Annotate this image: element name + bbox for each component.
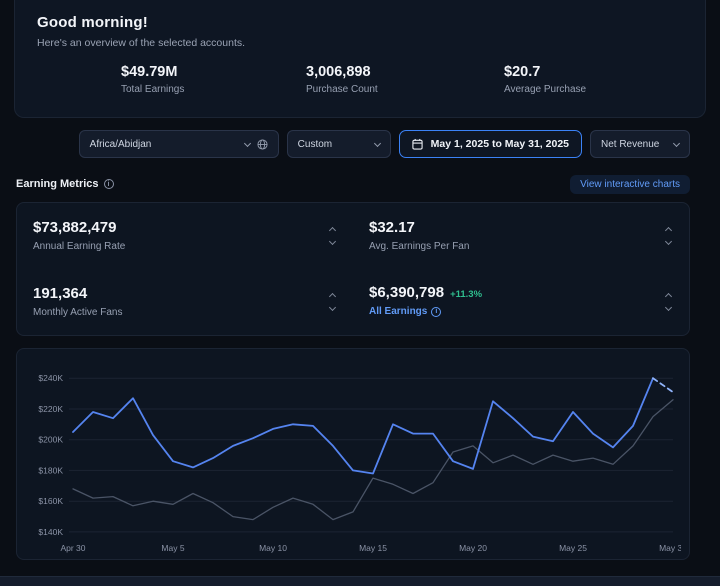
earning-metrics-title: Earning Metrics [16,178,99,190]
stat-total-earnings: $49.79M Total Earnings [121,64,306,95]
next-panel-edge [0,576,720,586]
earnings-line-chart: $140K $160K $180K $200K $220K $240K Apr 30 May … [25,355,681,557]
stat-label: Total Earnings [121,84,306,95]
metric-value: $32.17 [369,219,469,236]
metric-label: All Earnings [369,306,427,317]
svg-text:$200K: $200K [38,435,63,445]
svg-text:$220K: $220K [38,404,63,414]
svg-text:May 10: May 10 [259,543,287,553]
metric-delta-badge: +11.3% [450,289,482,300]
metric-stepper [660,224,677,248]
greeting: Good morning! [37,14,683,31]
svg-text:May 30: May 30 [659,543,681,553]
metric-value-row: $6,390,798 +11.3% [369,284,482,301]
svg-text:$160K: $160K [38,496,63,506]
date-range-value: May 1, 2025 to May 31, 2025 [431,138,569,150]
stepper-down-icon[interactable] [665,237,672,244]
svg-text:Apr 30: Apr 30 [60,543,85,553]
svg-text:May 15: May 15 [359,543,387,553]
timezone-select-icons [245,139,268,150]
chevron-down-icon [244,139,251,146]
stat-label: Purchase Count [306,84,504,95]
dashboard-page: Good morning! Here's an overview of the … [0,0,720,586]
earnings-chart-panel: $140K $160K $180K $200K $220K $240K Apr 30 May … [16,348,690,560]
svg-text:May 25: May 25 [559,543,587,553]
metric-value: $73,882,479 [33,219,125,236]
stepper-down-icon[interactable] [665,303,672,310]
timezone-select[interactable]: Africa/Abidjan [79,130,279,158]
date-preset-value: Custom [298,139,332,150]
stat-value: 3,006,898 [306,64,504,80]
svg-text:$240K: $240K [38,373,63,383]
globe-icon [257,139,268,150]
stat-value: $20.7 [504,64,683,80]
stepper-up-icon[interactable] [665,292,672,299]
metric-card-text: $32.17 Avg. Earnings Per Fan [369,219,469,252]
metric-card-text: $73,882,479 Annual Earning Rate [33,219,125,252]
metric-label: Avg. Earnings Per Fan [369,241,469,252]
date-preset-select[interactable]: Custom [287,130,391,158]
info-icon [431,307,441,317]
metric-card-monthly-active-fans: 191,364 Monthly Active Fans [17,268,353,335]
overview-stats: $49.79M Total Earnings 3,006,898 Purchas… [37,64,683,95]
stepper-up-icon[interactable] [329,226,336,233]
svg-text:May 20: May 20 [459,543,487,553]
view-interactive-charts-link[interactable]: View interactive charts [570,175,690,194]
earning-metrics-header: Earning Metrics View interactive charts [16,174,690,194]
stepper-up-icon[interactable] [665,226,672,233]
info-icon [104,179,114,189]
metric-card-text: $6,390,798 +11.3% All Earnings [369,284,482,319]
stepper-down-icon[interactable] [329,237,336,244]
stepper-up-icon[interactable] [329,292,336,299]
greeting-subtitle: Here's an overview of the selected accou… [37,37,683,49]
stat-label: Average Purchase [504,84,683,95]
earning-metrics-title-row: Earning Metrics [16,178,114,190]
metric-stepper [324,290,341,314]
svg-text:$140K: $140K [38,527,63,537]
metric-value: 191,364 [33,285,122,302]
timezone-select-value: Africa/Abidjan [90,139,152,150]
metric-stepper [660,290,677,314]
metric-stepper [324,224,341,248]
calendar-icon [412,138,423,150]
date-range-input[interactable]: May 1, 2025 to May 31, 2025 [399,130,582,158]
metric-card-annual-earning-rate: $73,882,479 Annual Earning Rate [17,203,353,268]
metric-card-text: 191,364 Monthly Active Fans [33,285,122,318]
stepper-down-icon[interactable] [329,303,336,310]
overview-panel: Good morning! Here's an overview of the … [14,0,706,118]
metric-label: Annual Earning Rate [33,241,125,252]
stat-average-purchase: $20.7 Average Purchase [504,64,683,95]
stat-purchase-count: 3,006,898 Purchase Count [306,64,504,95]
svg-text:$180K: $180K [38,465,63,475]
all-earnings-link[interactable]: All Earnings [369,306,441,317]
filter-bar: Africa/Abidjan Custom May 1, 2025 t [16,130,690,158]
earning-metrics-grid: $73,882,479 Annual Earning Rate $32.17 A… [16,202,690,336]
metric-select-value: Net Revenue [601,139,659,150]
stat-value: $49.79M [121,64,306,80]
svg-text:May 5: May 5 [161,543,184,553]
chevron-down-icon [673,139,680,146]
metric-select[interactable]: Net Revenue [590,130,690,158]
metric-label: Monthly Active Fans [33,307,122,318]
metric-card-avg-earnings-per-fan: $32.17 Avg. Earnings Per Fan [353,203,689,268]
chevron-down-icon [374,139,381,146]
metric-value: $6,390,798 [369,284,444,301]
metric-card-all-earnings: $6,390,798 +11.3% All Earnings [353,268,689,335]
